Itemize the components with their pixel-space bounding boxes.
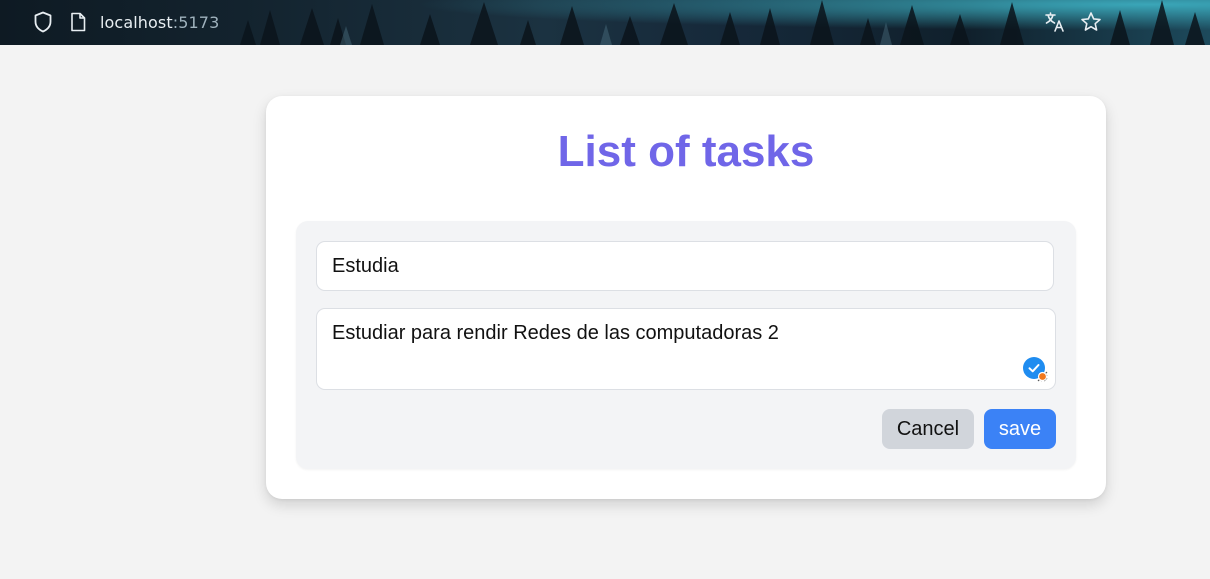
address-bar[interactable]: localhost:5173 (32, 9, 219, 35)
url-host: localhost (100, 12, 173, 32)
task-description-wrapper: Estudiar para rendir Redes de las comput… (316, 308, 1056, 390)
page-icon (68, 11, 88, 33)
task-title-input[interactable] (316, 241, 1054, 291)
save-button[interactable]: save (984, 409, 1056, 449)
toolbar-actions (1044, 9, 1102, 35)
task-list-card: List of tasks Estudiar para rendir Redes… (266, 96, 1106, 499)
shield-icon[interactable] (32, 11, 54, 33)
task-form: Estudiar para rendir Redes de las comput… (296, 221, 1076, 469)
page-title: List of tasks (557, 127, 815, 176)
url-text[interactable]: localhost:5173 (100, 13, 219, 32)
grammar-check-icon[interactable] (1022, 356, 1048, 382)
star-icon[interactable] (1080, 11, 1102, 33)
translate-icon[interactable] (1044, 11, 1066, 33)
browser-toolbar: localhost:5173 (0, 0, 1210, 45)
task-description-input[interactable]: Estudiar para rendir Redes de las comput… (316, 308, 1056, 390)
url-port: :5173 (172, 12, 220, 32)
cancel-button[interactable]: Cancel (882, 409, 974, 449)
